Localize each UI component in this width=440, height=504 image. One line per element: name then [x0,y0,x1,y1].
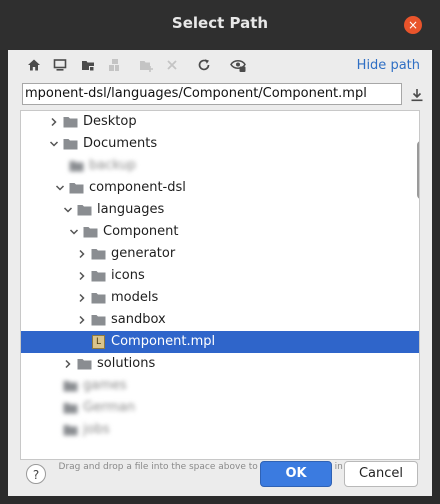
chevron-down-icon[interactable] [63,205,73,215]
tree-row-label: games [83,378,127,393]
cancel-button[interactable]: Cancel [344,461,418,487]
tree-row-label: generator [111,246,176,261]
folder-icon [83,227,98,238]
folder-icon [63,403,78,414]
folder-icon [63,425,78,436]
tree-row-solutions[interactable]: solutions [21,353,419,375]
help-button[interactable]: ? [26,464,46,484]
download-icon[interactable] [410,87,424,102]
chevron-right-icon[interactable] [77,293,87,303]
ok-button[interactable]: OK [260,461,332,487]
tree-row-jobs[interactable]: jobs [21,419,419,441]
chevron-down-icon[interactable] [55,183,65,193]
tree-row-label: icons [111,268,145,283]
tree-row-label: sandbox [111,312,166,327]
tree-row-generator[interactable]: generator [21,243,419,265]
folder-icon [69,183,84,194]
tree-row-label: solutions [97,356,156,371]
tree-row-languages[interactable]: languages [21,199,419,221]
chevron-right-icon[interactable] [77,249,87,259]
tree-row-label: backup [89,158,136,173]
tree-row-sandbox[interactable]: sandbox [21,309,419,331]
folder-icon [91,271,106,282]
project-icon[interactable] [80,57,96,73]
scrollbar-thumb[interactable] [417,141,419,199]
tree-row-desktop[interactable]: Desktop [21,111,419,133]
chevron-right-icon[interactable] [49,117,59,127]
show-hidden-icon[interactable] [230,57,246,73]
mpl-file-icon: L [92,335,105,349]
folder-icon [77,359,92,370]
title-bar: Select Path × [0,0,440,50]
close-button[interactable]: × [404,16,422,34]
tree-row-label: Documents [83,136,158,151]
hide-path-link[interactable]: Hide path [357,58,420,73]
delete-icon [164,57,180,73]
module-icon [106,57,122,73]
folder-icon [91,315,106,326]
new-folder-icon [138,57,154,73]
chevron-down-icon[interactable] [69,227,79,237]
tree-row-component[interactable]: Component [21,221,419,243]
tree-row-label: German [83,400,136,415]
dialog-title: Select Path [171,14,269,32]
tree-row-label: Component [103,224,179,239]
chevron-right-icon[interactable] [77,271,87,281]
tree-row-backup[interactable]: backup [21,155,419,177]
folder-icon [69,161,84,172]
folder-icon [63,381,78,392]
tree-row-documents[interactable]: Documents [21,133,419,155]
tree-row-label: Desktop [83,114,137,129]
chevron-right-icon[interactable] [77,315,87,325]
home-icon[interactable] [26,57,42,73]
chevron-right-icon[interactable] [63,359,73,369]
file-tree[interactable]: Desktop Documents backup component-dsl langu… [20,110,420,460]
tree-row-games[interactable]: games [21,375,419,397]
select-path-dialog: Hide path mponent-dsl/languages/Componen… [8,50,432,496]
tree-row-icons[interactable]: icons [21,265,419,287]
path-input[interactable]: mponent-dsl/languages/Component/Componen… [22,83,402,105]
tree-row-german[interactable]: German [21,397,419,419]
tree-row-component-mpl[interactable]: L Component.mpl [21,331,419,353]
toolbar: Hide path [8,50,432,82]
folder-icon [63,117,78,128]
tree-row-label: Component.mpl [111,334,216,349]
tree-row-label: languages [97,202,165,217]
tree-row-models[interactable]: models [21,287,419,309]
tree-row-component-dsl[interactable]: component-dsl [21,177,419,199]
tree-row-label: jobs [83,422,110,437]
folder-icon [91,293,106,304]
chevron-down-icon[interactable] [49,139,59,149]
folder-icon [63,139,78,150]
desktop-icon[interactable] [52,57,68,73]
folder-icon [77,205,92,216]
folder-icon [91,249,106,260]
tree-row-label: models [111,290,159,305]
refresh-icon[interactable] [196,57,212,73]
tree-row-label: component-dsl [89,180,186,195]
